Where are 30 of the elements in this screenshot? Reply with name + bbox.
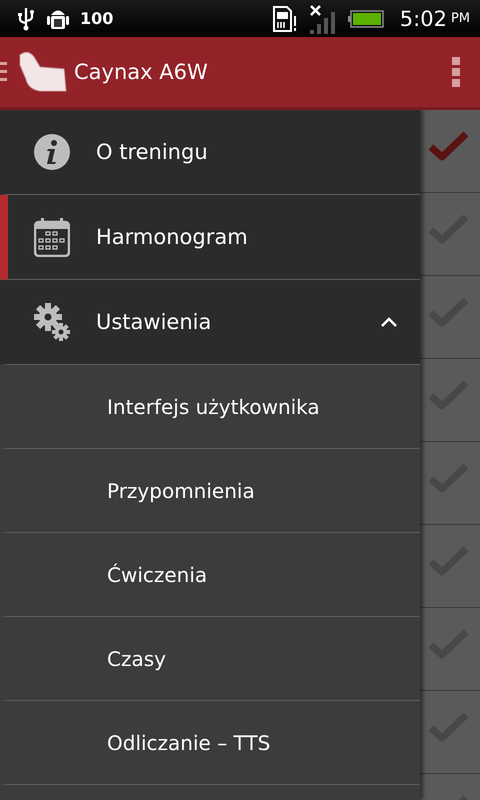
clock-ampm-text: PM bbox=[450, 11, 470, 26]
info-icon bbox=[34, 134, 70, 170]
gears-icon bbox=[34, 303, 70, 341]
drawer-item-label: O treningu bbox=[96, 140, 209, 164]
drawer-item-label: Ustawienia bbox=[96, 310, 212, 334]
app-title: Caynax A6W bbox=[74, 60, 208, 84]
usb-icon bbox=[16, 6, 36, 30]
menu-icon bbox=[0, 60, 8, 84]
drawer-item[interactable]: O treningu bbox=[0, 110, 420, 195]
signal-icon bbox=[308, 4, 338, 34]
drawer-subitem[interactable]: Czasy bbox=[0, 617, 420, 701]
hand-logo-icon bbox=[18, 51, 68, 93]
more-icon bbox=[452, 57, 460, 87]
drawer-subitem[interactable]: Odliczanie – TTS bbox=[0, 701, 420, 785]
drawer-subitem-label: Odliczanie – TTS bbox=[107, 730, 270, 754]
drawer-subitem[interactable]: Przypomnienia bbox=[0, 449, 420, 533]
sim-card-icon bbox=[272, 6, 298, 32]
clock-text: 5:02 bbox=[400, 6, 447, 30]
drawer-subitem-label: Interfejs użytkownika bbox=[107, 394, 320, 418]
drawer-item[interactable]: Ustawienia bbox=[0, 280, 420, 365]
drawer-subitem-label: Ćwiczenia bbox=[107, 562, 208, 586]
drawer-item[interactable]: Harmonogram bbox=[0, 195, 420, 280]
battery-level-text: 100 bbox=[80, 9, 114, 28]
drawer-subitem-label: Czasy bbox=[107, 646, 166, 670]
drawer-item-label: Harmonogram bbox=[96, 225, 249, 249]
battery-icon bbox=[348, 10, 384, 28]
calendar-icon bbox=[34, 217, 70, 257]
drawer-subitem-label: Przypomnienia bbox=[107, 478, 255, 502]
drawer-subitem[interactable]: Interfejs użytkownika bbox=[0, 365, 420, 449]
drawer-subitem[interactable]: Ćwiczenia bbox=[0, 533, 420, 617]
